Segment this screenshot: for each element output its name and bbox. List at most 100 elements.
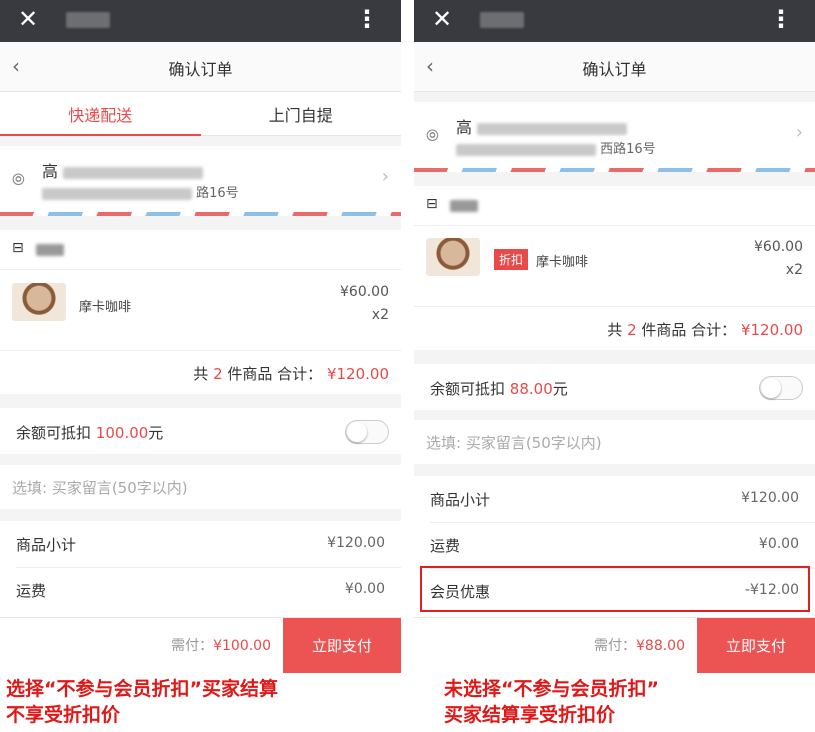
shipping-label: 运费 [16, 582, 47, 600]
buyer-message-placeholder: 选填: 买家留言(50字以内) [426, 434, 602, 452]
total-label: 件商品 合计： [227, 365, 323, 383]
payment-bar: 需付：¥100.00 立即支付 [0, 617, 401, 673]
shipping-row: 运费 ¥0.00 [0, 567, 401, 613]
navigation-bar: ‹ 确认订单 [0, 42, 401, 92]
blurred-shop-title [66, 12, 110, 28]
product-quantity: x2 [785, 262, 803, 278]
page-title: 确认订单 [168, 60, 233, 79]
navigation-bar: ‹ 确认订单 [414, 42, 815, 92]
chevron-right-icon: › [381, 166, 389, 187]
balance-amount: 88.00 [509, 380, 553, 398]
buyer-message-field[interactable]: 选填: 买家留言(50字以内) [0, 465, 401, 509]
right-caption: 未选择“不参与会员折扣” 买家结算享受折扣价 [444, 678, 659, 726]
product-item: 折扣 摩卡咖啡 ¥60.00 x2 [414, 226, 815, 306]
product-name: 摩卡咖啡 [536, 255, 589, 270]
address-suffix: 西路16号 [600, 142, 656, 157]
recipient-name: 高 [456, 114, 628, 138]
product-name: 摩卡咖啡 [79, 300, 132, 315]
payment-due-amount: ¥100.00 [213, 638, 271, 654]
balance-deduction: 余额可抵扣 100.00元 [0, 408, 401, 454]
subtotal-row: 商品小计 ¥120.00 [414, 476, 815, 522]
wechat-topbar: ✕ ⋮ [414, 0, 815, 42]
store-icon: ⊟ [426, 196, 438, 212]
total-amount: ¥120.00 [740, 321, 803, 339]
address-card[interactable]: ⦾ 高 路16号 › [0, 146, 401, 216]
shipping-value: ¥0.00 [344, 581, 385, 597]
subtotal-row: 商品小计 ¥120.00 [0, 521, 401, 567]
payment-due-amount: ¥88.00 [636, 638, 685, 654]
shipping-label: 运费 [430, 537, 461, 555]
total-count: 2 [213, 365, 223, 383]
address-line: 路16号 [42, 182, 239, 201]
balance-toggle[interactable] [345, 420, 389, 444]
address-line: 西路16号 [456, 138, 656, 157]
product-thumbnail [12, 283, 66, 321]
blurred-recipient-info [477, 122, 628, 135]
active-tab-indicator [0, 134, 201, 136]
buyer-message-field[interactable]: 选填: 买家留言(50字以内) [414, 420, 815, 464]
page-title: 确认订单 [582, 60, 647, 79]
airmail-border [0, 212, 401, 216]
balance-toggle[interactable] [759, 376, 803, 400]
balance-label: 余额可抵扣 88.00元 [430, 378, 568, 399]
balance-label-text: 余额可抵扣 [430, 380, 506, 398]
address-card[interactable]: ⦾ 高 西路16号 › [414, 102, 815, 172]
wechat-topbar: ✕ ⋮ [0, 0, 401, 42]
discount-tag: 折扣 [494, 249, 529, 270]
balance-unit: 元 [148, 424, 164, 442]
location-pin-icon: ⦾ [12, 170, 25, 189]
payment-due-label: 需付： [594, 638, 636, 654]
shipping-row: 运费 ¥0.00 [414, 522, 815, 568]
blurred-shop-title [480, 12, 524, 28]
shipping-value: ¥0.00 [758, 536, 799, 552]
buyer-message-placeholder: 选填: 买家留言(50字以内) [12, 479, 188, 497]
left-caption: 选择“不参与会员折扣”买家结算 不享受折扣价 [6, 678, 278, 726]
balance-deduction: 余额可抵扣 88.00元 [414, 364, 815, 410]
blurred-address [456, 143, 596, 156]
total-prefix: 共 [193, 365, 209, 383]
close-icon[interactable]: ✕ [18, 5, 38, 33]
store-header: ⊟ [0, 230, 401, 270]
payment-due: 需付：¥100.00 [171, 635, 271, 655]
store-header: ⊟ [414, 186, 815, 226]
store-icon: ⊟ [12, 240, 24, 256]
product-quantity: x2 [371, 307, 389, 323]
location-pin-icon: ⦾ [426, 126, 439, 145]
total-label: 件商品 合计： [641, 321, 737, 339]
subtotal-label: 商品小计 [16, 536, 77, 554]
recipient-surname: 高 [456, 118, 473, 137]
recipient-surname: 高 [42, 162, 59, 181]
left-phone-screen: ✕ ⋮ ‹ 确认订单 快递配送 上门自提 ⦾ 高 路16号 › ⊟ 摩卡咖啡 ¥… [0, 0, 401, 673]
blurred-address [42, 187, 192, 200]
more-vertical-icon[interactable]: ⋮ [355, 5, 379, 33]
blurred-store-name [450, 200, 478, 212]
recipient-name: 高 [42, 158, 204, 182]
blurred-recipient-info [63, 166, 204, 179]
tab-pickup[interactable]: 上门自提 [201, 102, 402, 126]
payment-due: 需付：¥88.00 [594, 635, 685, 655]
member-discount-highlight [420, 566, 810, 612]
pay-now-button[interactable]: 立即支付 [283, 618, 401, 673]
order-total: 共 2 件商品 合计： ¥120.00 [414, 306, 815, 350]
toggle-knob [761, 378, 781, 398]
toggle-knob [347, 422, 367, 442]
product-item: 摩卡咖啡 ¥60.00 x2 [0, 270, 401, 350]
pay-now-button[interactable]: 立即支付 [697, 618, 815, 673]
subtotal-value: ¥120.00 [741, 490, 799, 506]
tab-express[interactable]: 快递配送 [0, 102, 201, 126]
more-vertical-icon[interactable]: ⋮ [769, 5, 793, 33]
close-icon[interactable]: ✕ [432, 5, 452, 33]
balance-label-text: 余额可抵扣 [16, 424, 92, 442]
subtotal-value: ¥120.00 [327, 535, 385, 551]
payment-due-label: 需付： [171, 638, 214, 654]
balance-label: 余额可抵扣 100.00元 [16, 422, 163, 443]
subtotal-label: 商品小计 [430, 491, 491, 509]
address-suffix: 路16号 [196, 186, 239, 201]
order-total-text: 共 2 件商品 合计： ¥120.00 [607, 319, 803, 340]
balance-unit: 元 [552, 380, 568, 398]
product-price: ¥60.00 [340, 284, 389, 300]
balance-amount: 100.00 [95, 424, 149, 442]
chevron-right-icon: › [795, 122, 803, 143]
price-summary: 商品小计 ¥120.00 运费 ¥0.00 [0, 521, 401, 617]
product-price: ¥60.00 [754, 239, 803, 255]
